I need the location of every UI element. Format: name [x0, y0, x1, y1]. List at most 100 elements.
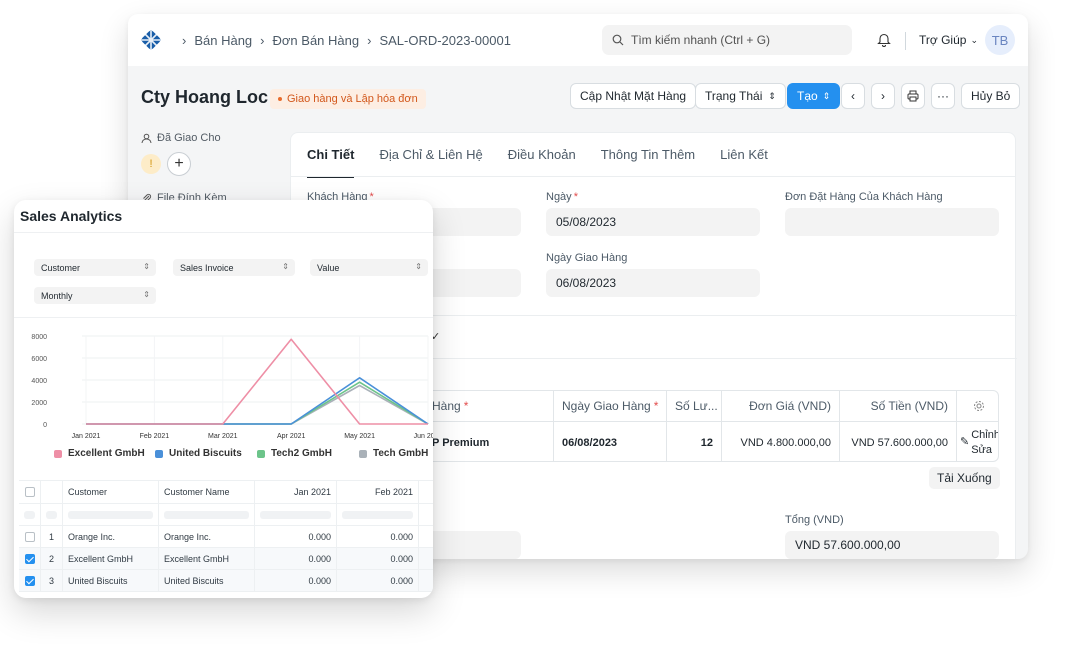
row-checkbox-cell[interactable] — [19, 570, 41, 591]
cell-jan[interactable]: 0.000 — [255, 526, 337, 547]
cell-rate[interactable]: VND 4.800.000,00 — [722, 421, 840, 461]
update-items-button[interactable]: Cập Nhật Mặt Hàng — [570, 83, 697, 109]
cell-feb[interactable]: 0.000 — [337, 548, 419, 569]
cell-customer[interactable]: Excellent GmbH — [63, 548, 159, 569]
filter-value-type[interactable]: Value ⇕ — [310, 259, 428, 276]
status-button-label: Trạng Thái — [705, 89, 763, 103]
sales-analytics-panel: Sales Analytics Customer ⇕ Sales Invoice ⇕… — [14, 200, 433, 598]
tab-more-info[interactable]: Thông Tin Thêm — [601, 133, 695, 177]
filter-cell[interactable] — [255, 504, 337, 525]
filter-cell[interactable] — [337, 504, 419, 525]
add-assignee-button[interactable]: + — [167, 152, 191, 176]
cancel-button[interactable]: Hủy Bỏ — [961, 83, 1021, 109]
assigned-to-section: Đã Giao Cho — [141, 132, 291, 144]
x-tick-label: Jun 2021 — [414, 433, 433, 440]
cell-item[interactable]: P Premium — [428, 421, 554, 461]
legend-label: Tech2 GmbH — [271, 448, 332, 459]
checkbox[interactable] — [24, 575, 35, 586]
table-row[interactable]: 3 United Biscuits United Biscuits 0.000 0.00… — [19, 570, 433, 592]
row-checkbox-cell[interactable] — [19, 548, 41, 569]
legend-item[interactable]: United Biscuits — [155, 448, 242, 459]
table-row[interactable]: 2 Excellent GmbH Excellent GmbH 0.000 0.000 — [19, 548, 433, 570]
row-index[interactable]: 2 — [41, 548, 63, 569]
next-button[interactable]: › — [871, 83, 895, 109]
search-icon — [612, 34, 624, 46]
series-line-united-biscuits[interactable] — [86, 376, 429, 425]
legend-item[interactable]: Tech GmbH — [359, 448, 428, 459]
filter-cell[interactable] — [159, 504, 255, 525]
cell-customer-name[interactable]: Excellent GmbH — [159, 548, 255, 569]
updown-icon: ⇕ — [282, 262, 289, 271]
cell-qty[interactable]: 12 — [667, 421, 722, 461]
status-dropdown-button[interactable]: Trạng Thái ⇕ — [695, 83, 786, 109]
bell-icon[interactable] — [877, 32, 891, 47]
row-checkbox-cell[interactable] — [19, 526, 41, 547]
filter-cell[interactable] — [63, 504, 159, 525]
prev-button[interactable]: ‹ — [841, 83, 865, 109]
row-index[interactable]: 3 — [41, 570, 63, 591]
tab-details[interactable]: Chi Tiết — [307, 133, 355, 178]
edit-row-button[interactable]: ✎ Chỉnh Sửa — [957, 421, 998, 461]
col-customer-name[interactable]: Customer Name — [159, 481, 255, 503]
cell-customer[interactable]: United Biscuits — [63, 570, 159, 591]
col-settings[interactable] — [957, 391, 998, 421]
more-button[interactable]: ··· — [931, 83, 955, 109]
filter-label: Sales Invoice — [180, 262, 234, 273]
items-table: Hàng * Ngày Giao Hàng * Số Lư... Đơn Giá (… — [427, 390, 999, 462]
legend-label: Tech GmbH — [373, 448, 429, 459]
delivery-date-label: Ngày Giao Hàng — [546, 252, 628, 264]
print-button[interactable] — [901, 83, 925, 109]
delivery-date-field[interactable]: 06/08/2023 — [546, 269, 760, 297]
col-item: Hàng * — [428, 391, 554, 421]
filter-tree-type[interactable]: Customer ⇕ — [34, 259, 156, 276]
x-tick-label: Mar 2021 — [208, 433, 238, 440]
avatar[interactable]: TB — [985, 25, 1015, 55]
assign-row: ! + — [141, 152, 291, 176]
updown-icon: ⇕ — [415, 262, 422, 271]
checkbox[interactable] — [24, 487, 35, 497]
download-button[interactable]: Tải Xuống — [929, 467, 1000, 489]
filter-doc-type[interactable]: Sales Invoice ⇕ — [173, 259, 295, 276]
date-field[interactable]: 05/08/2023 — [546, 208, 760, 236]
help-label: Trợ Giúp — [919, 33, 967, 47]
row-index[interactable]: 1 — [41, 526, 63, 547]
select-all-checkbox[interactable] — [19, 481, 41, 503]
y-tick-label: 2000 — [31, 400, 47, 407]
customer-po-field[interactable] — [785, 208, 999, 236]
checkbox[interactable] — [24, 531, 35, 542]
col-customer[interactable]: Customer — [63, 481, 159, 503]
legend-swatch — [54, 449, 62, 458]
analytics-table: Customer Customer Name Jan 2021 Feb 2021… — [19, 480, 433, 598]
filter-range[interactable]: Monthly ⇕ — [34, 287, 156, 304]
series-line-excellent-gmbh[interactable] — [86, 338, 428, 425]
table-row[interactable]: 1 Orange Inc. Orange Inc. 0.000 0.000 — [19, 526, 433, 548]
cell-customer-name[interactable]: United Biscuits — [159, 570, 255, 591]
create-dropdown-button[interactable]: Tạo ⇕ — [787, 83, 841, 109]
help-dropdown[interactable]: Trợ Giúp ⌄ — [919, 33, 978, 47]
cell-feb[interactable]: 0.000 — [337, 526, 419, 547]
cell-jan[interactable]: 0.000 — [255, 548, 337, 569]
tab-connections[interactable]: Liên Kết — [720, 133, 768, 177]
cell-customer[interactable]: Orange Inc. — [63, 526, 159, 547]
search-input[interactable]: Tìm kiếm nhanh (Ctrl + G) — [602, 25, 852, 55]
cell-delivery-date[interactable]: 06/08/2023 — [554, 421, 667, 461]
x-tick-label: May 2021 — [344, 433, 375, 440]
analytics-filters: Customer ⇕ Sales Invoice ⇕ Value ⇕ Monthly ⇕ — [14, 232, 433, 318]
col-jan[interactable]: Jan 2021 — [255, 481, 337, 503]
cell-customer-name[interactable]: Orange Inc. — [159, 526, 255, 547]
legend-item[interactable]: Excellent GmbH — [54, 448, 145, 459]
series-line-tech-gmbh[interactable] — [86, 384, 429, 425]
col-feb[interactable]: Feb 2021 — [337, 481, 419, 503]
col-amount: Số Tiền (VND) — [840, 391, 957, 421]
cell-jan[interactable]: 0.000 — [255, 570, 337, 591]
tab-address-contact[interactable]: Địa Chỉ & Liên Hệ — [379, 133, 482, 177]
checkbox[interactable] — [24, 553, 35, 564]
breadcrumb-sales[interactable]: Bán Hàng — [194, 33, 252, 48]
cell-feb[interactable]: 0.000 — [337, 570, 419, 591]
breadcrumb-sales-order[interactable]: Đơn Bán Hàng — [273, 33, 360, 48]
tab-terms[interactable]: Điều Khoản — [508, 133, 576, 177]
filter-label: Value — [317, 262, 340, 273]
legend-item[interactable]: Tech2 GmbH — [257, 448, 332, 459]
app-logo-icon[interactable] — [140, 29, 162, 51]
user-icon — [141, 133, 152, 143]
